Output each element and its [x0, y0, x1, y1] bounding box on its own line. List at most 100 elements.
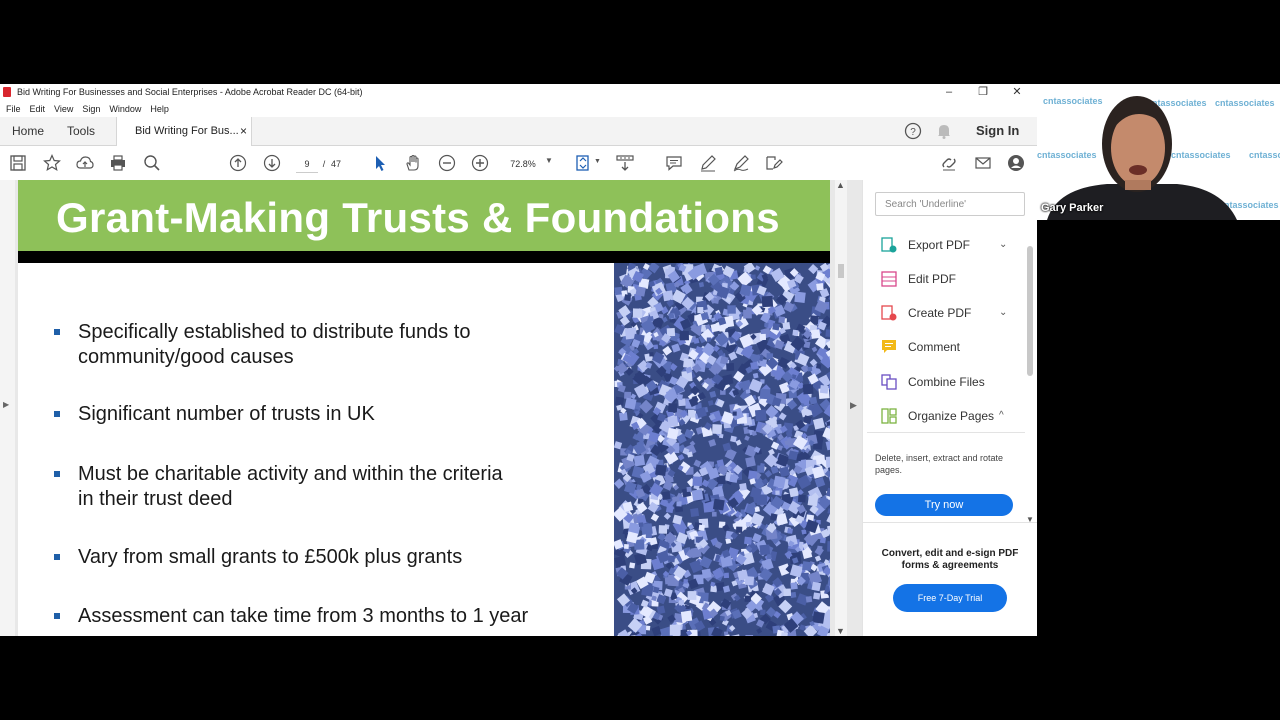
minimize-button[interactable]: – [932, 84, 966, 101]
tool-label: Create PDF [908, 306, 972, 320]
scroll-up-icon[interactable]: ▲ [836, 180, 845, 190]
scroll-down-icon[interactable]: ▼ [1026, 515, 1034, 524]
bullet-line: Assessment can take time from 3 months t… [78, 605, 529, 627]
tool-combine-files[interactable]: Combine Files [881, 371, 1021, 393]
page-separator: / [322, 159, 326, 169]
menu-edit[interactable]: Edit [30, 101, 46, 117]
tool-create-pdf[interactable]: Create PDF ⌄ [881, 302, 1021, 324]
tools-search-input[interactable]: Search 'Underline' [875, 192, 1025, 216]
tool-organize-pages[interactable]: Organize Pages ^ [881, 405, 1021, 427]
participant-name: Gary Parker [1041, 202, 1104, 214]
fill-sign-icon[interactable] [764, 153, 784, 173]
edit-pdf-icon [881, 271, 897, 287]
search-icon[interactable] [142, 153, 162, 173]
chevron-down-icon[interactable]: ⌄ [999, 234, 1007, 256]
menu-file[interactable]: File [6, 101, 21, 117]
menu-view[interactable]: View [54, 101, 73, 117]
zoom-dropdown-chevron-icon[interactable]: ▼ [545, 156, 553, 165]
restore-button[interactable]: ❐ [966, 84, 1000, 101]
slide-title: Grant-Making Trusts & Foundations [56, 194, 780, 241]
create-pdf-icon [881, 305, 897, 321]
star-icon[interactable] [42, 153, 62, 173]
zoom-level-field[interactable]: 72.8% [506, 156, 540, 172]
help-icon[interactable]: ? [904, 122, 922, 140]
chevron-up-icon[interactable]: ^ [999, 405, 1004, 427]
scroll-mode-icon[interactable] [615, 153, 635, 173]
tools-pane: Search 'Underline' Export PDF ⌄ Edit PDF… [862, 180, 1037, 636]
email-icon[interactable] [973, 153, 993, 173]
tab-tools[interactable]: Tools [67, 117, 95, 145]
bullet-marker [54, 613, 60, 619]
tool-label: Combine Files [908, 375, 985, 389]
menu-help[interactable]: Help [150, 101, 169, 117]
menu-bar: File Edit View Sign Window Help [0, 101, 1037, 117]
promo-text: Convert, edit and e-sign PDF forms & agr… [881, 548, 1019, 571]
sequin-photo [614, 263, 830, 636]
upload-cloud-icon[interactable] [75, 153, 95, 173]
title-bar: Bid Writing For Businesses and Social En… [0, 84, 1037, 101]
select-cursor-icon[interactable] [370, 153, 390, 173]
hand-tool-icon[interactable] [403, 153, 423, 173]
scroll-down-icon[interactable]: ▼ [836, 626, 845, 636]
bullet-marker [54, 554, 60, 560]
bullet-line: Specifically established to distribute f… [78, 321, 471, 343]
tool-label: Organize Pages [908, 409, 995, 423]
page-fit-icon[interactable] [573, 153, 593, 173]
scroll-thumb[interactable] [1027, 246, 1033, 376]
print-icon[interactable] [108, 153, 128, 173]
organize-pages-description: Delete, insert, extract and rotate pages… [875, 453, 1004, 475]
doc-tab-label: Bid Writing For Bus... [135, 125, 239, 137]
bullet-marker [54, 411, 60, 417]
next-page-icon[interactable] [262, 153, 282, 173]
zoom-out-icon[interactable] [437, 153, 457, 173]
comment-tool-icon[interactable] [664, 153, 684, 173]
chevron-down-icon[interactable]: ⌄ [999, 302, 1007, 324]
share-link-icon[interactable] [939, 153, 959, 173]
tool-edit-pdf[interactable]: Edit PDF [881, 268, 1021, 290]
save-icon[interactable] [8, 153, 28, 173]
tool-comment[interactable]: Comment [881, 336, 1021, 358]
expand-left-panel-icon[interactable]: ▶ [3, 400, 9, 409]
acrobat-window: Bid Writing For Businesses and Social En… [0, 84, 1037, 636]
tool-label: Edit PDF [908, 272, 957, 286]
account-add-icon[interactable] [1006, 153, 1026, 173]
main-toolbar: 9 / 47 72.8% ▼ ▼ [0, 146, 1037, 181]
document-view[interactable]: ▶ Grant-Making Trusts & Foundations Spec… [0, 180, 862, 636]
try-now-button[interactable]: Try now [875, 494, 1013, 516]
tool-label: Export PDF [908, 238, 971, 252]
tab-bar: Home Tools Bid Writing For Bus... × ? Si… [0, 117, 1037, 146]
tool-label: Comment [908, 340, 961, 354]
window-title: Bid Writing For Businesses and Social En… [17, 87, 363, 97]
acrobat-app-icon [3, 87, 11, 97]
free-trial-button[interactable]: Free 7-Day Trial [893, 584, 1007, 612]
close-button[interactable]: ✕ [1000, 84, 1034, 101]
tab-document[interactable]: Bid Writing For Bus... × [116, 117, 252, 146]
organize-pages-icon [881, 408, 897, 424]
sign-in-link[interactable]: Sign In [976, 117, 1019, 145]
scroll-thumb[interactable] [838, 264, 844, 278]
previous-page-icon[interactable] [228, 153, 248, 173]
presenter-video [1047, 96, 1237, 220]
highlight-pen-icon[interactable] [698, 153, 718, 173]
svg-text:?: ? [910, 127, 916, 138]
page-fit-dropdown-chevron-icon[interactable]: ▼ [594, 158, 601, 165]
pdf-page: Grant-Making Trusts & Foundations Specif… [18, 180, 830, 636]
combine-files-icon [881, 374, 897, 390]
export-pdf-icon [881, 237, 897, 253]
pane-separator [863, 522, 1037, 523]
sign-tool-icon[interactable] [731, 153, 751, 173]
pane-divider [867, 432, 1025, 433]
bullet-line: Must be charitable activity and within t… [78, 463, 503, 485]
menu-sign[interactable]: Sign [82, 101, 100, 117]
zoom-in-icon[interactable] [470, 153, 490, 173]
collapse-right-pane-icon[interactable]: ▶ [850, 400, 857, 411]
menu-window[interactable]: Window [109, 101, 141, 117]
document-scrollbar[interactable]: ▲ ▼ [835, 180, 847, 636]
tab-home[interactable]: Home [12, 117, 44, 145]
page-number-input[interactable]: 9 [296, 156, 318, 173]
bullet-marker [54, 471, 60, 477]
tools-pane-scrollbar[interactable]: ▼ [1026, 240, 1034, 524]
doc-tab-close-icon[interactable]: × [240, 117, 247, 145]
tool-export-pdf[interactable]: Export PDF ⌄ [881, 234, 1021, 256]
notifications-bell-icon[interactable] [936, 122, 952, 140]
